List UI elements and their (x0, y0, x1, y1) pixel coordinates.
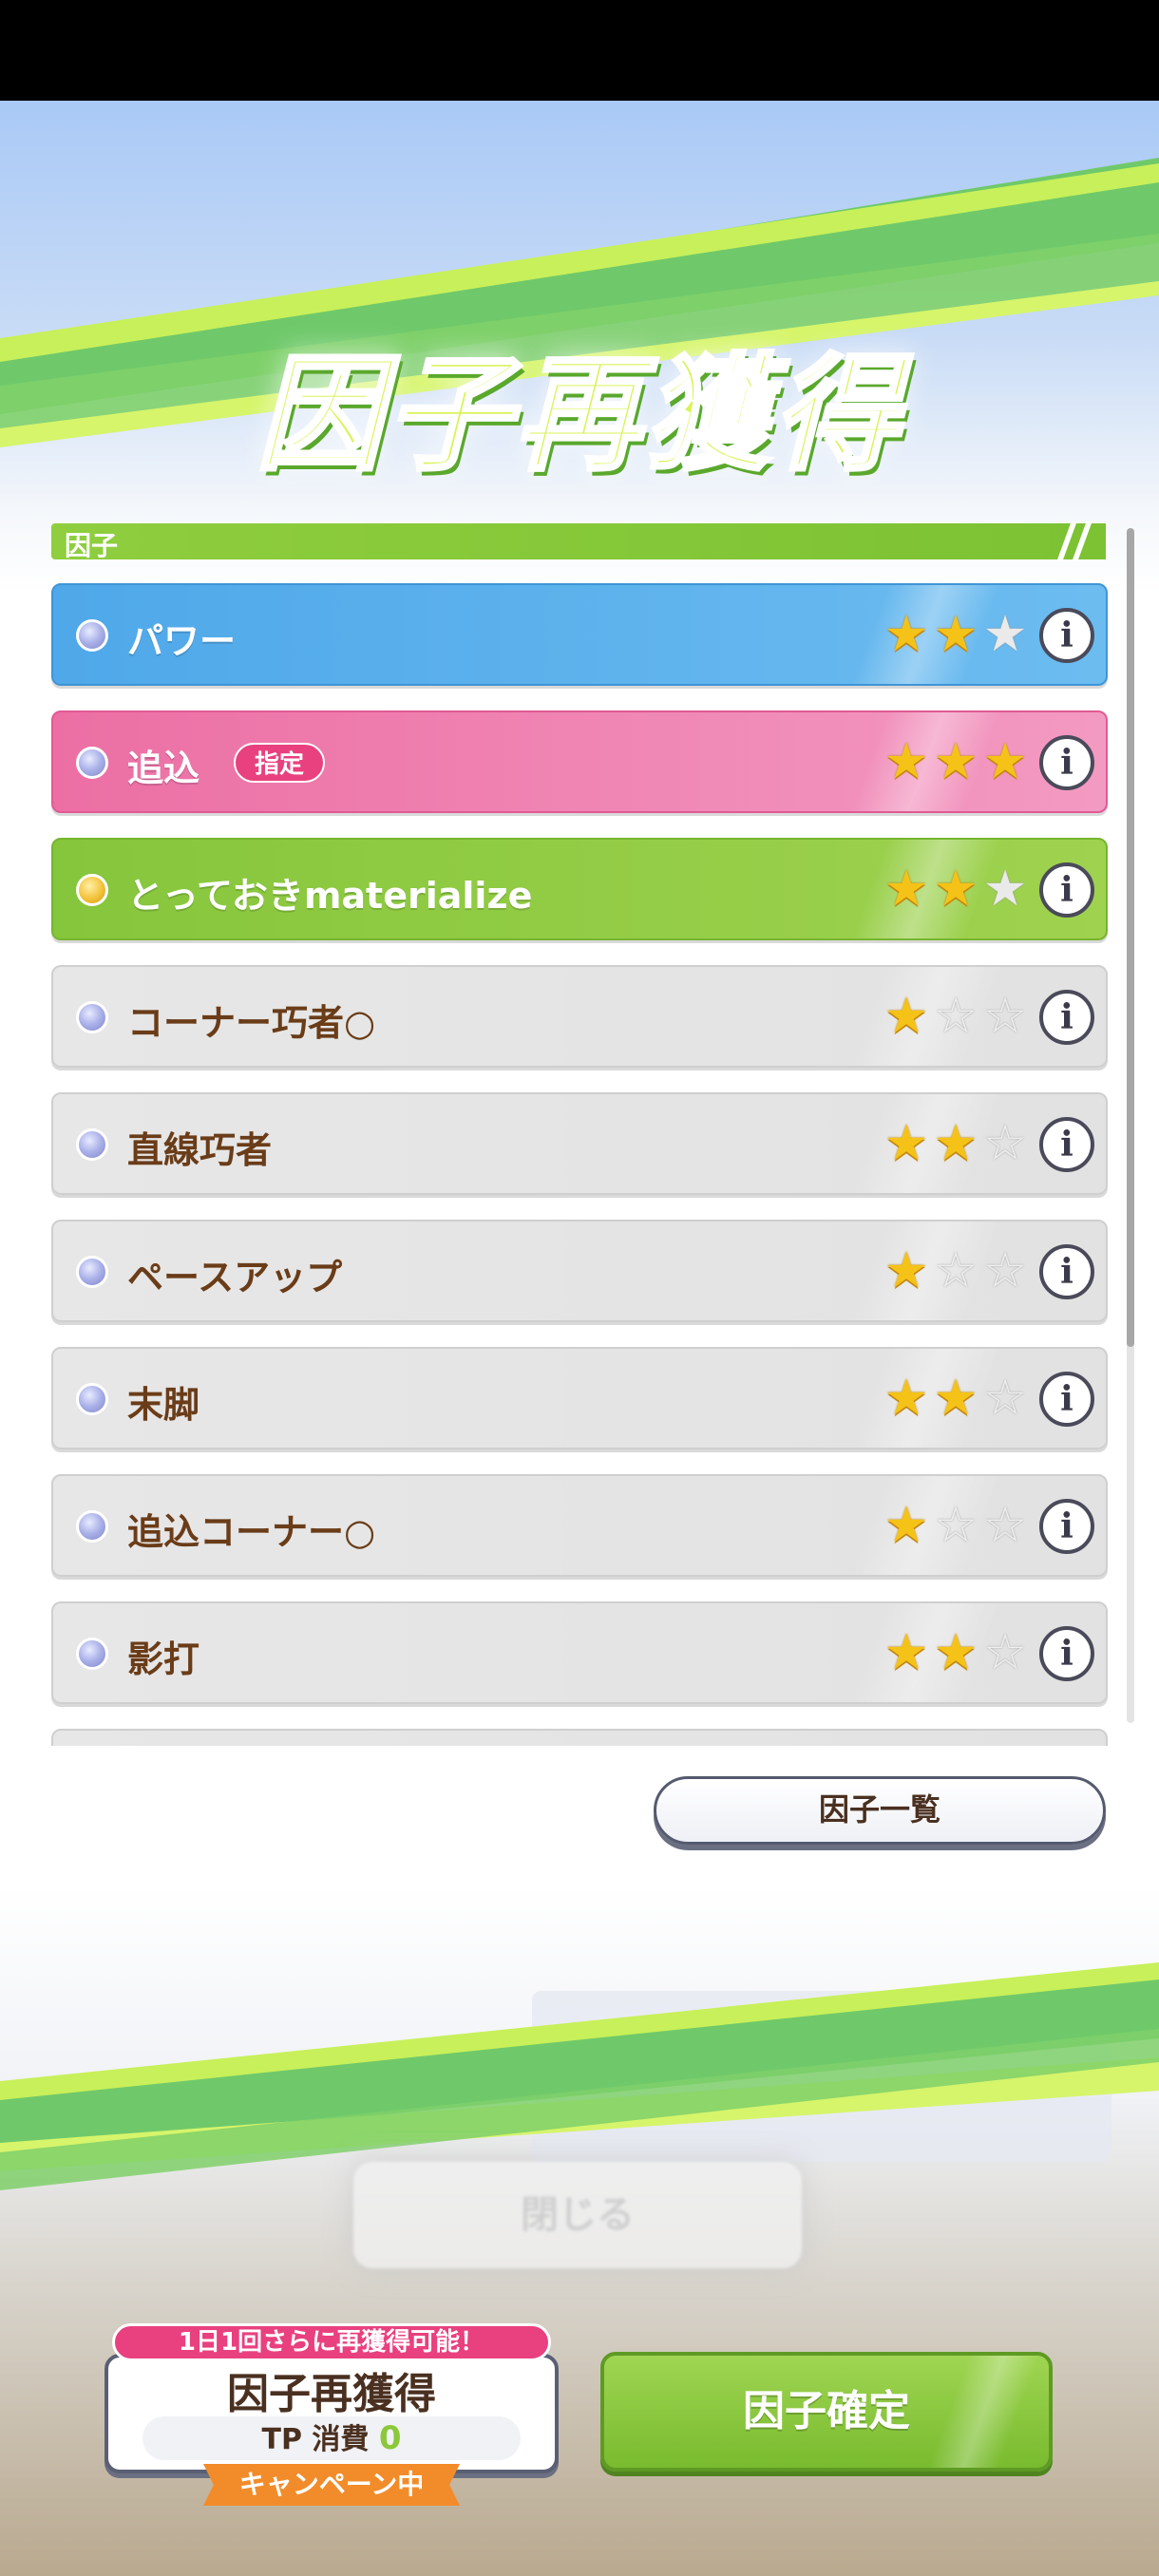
star-icon: ☆ (982, 1497, 1028, 1554)
star-icon: ★ (884, 1624, 929, 1681)
star-icon: ☆ (933, 1497, 978, 1554)
factor-label: ペースアップ (127, 1257, 343, 1298)
factor-row[interactable]: 直線巧者 ★ ★ ☆ i (51, 1092, 1108, 1195)
star-icon: ★ (933, 1115, 978, 1172)
dialog-title-wrap: 因子再獲得 (0, 313, 1159, 490)
star-icon: ★ (933, 1370, 978, 1427)
info-icon[interactable]: i (1039, 1499, 1094, 1554)
scrollbar-thumb[interactable] (1127, 528, 1134, 1347)
button-sheen (916, 2356, 1049, 2468)
info-icon[interactable]: i (1039, 990, 1094, 1045)
star-icon: ★ (933, 1624, 978, 1681)
star-icon: ★ (884, 1242, 929, 1299)
info-icon[interactable]: i (1039, 735, 1094, 790)
bullet-icon (76, 1383, 108, 1415)
star-icon: ★ (933, 861, 978, 918)
star-rating: ★ ★ ☆ (884, 1370, 1028, 1427)
campaign-ribbon: キャンペーン中 (203, 2464, 460, 2506)
star-icon: ☆ (933, 988, 978, 1045)
factor-row[interactable]: コーナー巧者○ ★ ☆ ☆ i (51, 965, 1108, 1068)
star-icon: ★ (884, 1115, 929, 1172)
bullet-icon (76, 619, 108, 652)
factor-row-partial[interactable] (51, 1729, 1108, 1746)
bullet-icon (76, 1256, 108, 1288)
tp-label: TP 消費 (261, 2423, 370, 2456)
bullet-icon (76, 747, 108, 779)
bullet-icon (76, 1638, 108, 1670)
factor-label: 追込 (127, 748, 200, 789)
info-icon[interactable]: i (1039, 1244, 1094, 1299)
factor-label: コーナー巧者○ (127, 1002, 376, 1044)
section-label: 因子 (65, 530, 119, 561)
star-icon: ★ (884, 988, 929, 1045)
designated-badge: 指定 (234, 743, 326, 783)
star-icon: ☆ (933, 1242, 978, 1299)
star-rating: ★ ☆ ☆ (884, 988, 1028, 1045)
factor-list[interactable]: パワー ★ ★ ★ i 追込 指定 ★ ★ ★ i とっておきmateriali… (51, 583, 1108, 1746)
factor-row[interactable]: 影打 ★ ★ ☆ i (51, 1601, 1108, 1704)
factor-label: とっておきmaterialize (127, 875, 533, 917)
section-header: 因子 (51, 521, 1106, 561)
factor-label: 追込コーナー○ (127, 1511, 376, 1553)
star-icon: ★ (884, 1497, 929, 1554)
factor-label: パワー (127, 620, 237, 662)
factor-row[interactable]: 追込コーナー○ ★ ☆ ☆ i (51, 1474, 1108, 1577)
star-icon: ☆ (982, 988, 1028, 1045)
star-icon: ★ (884, 1370, 929, 1427)
list-scrollbar[interactable] (1127, 528, 1134, 1723)
star-icon: ★ (933, 606, 978, 663)
tp-cost: TP 消費 0 (142, 2416, 521, 2460)
star-icon: ★ (884, 733, 929, 790)
bullet-icon (76, 874, 108, 906)
factor-row[interactable]: 末脚 ★ ★ ☆ i (51, 1347, 1108, 1449)
tp-value: 0 (378, 2419, 402, 2457)
status-bar (0, 0, 1159, 101)
star-icon: ★ (982, 861, 1028, 918)
reacquire-title: 因子再獲得 (227, 2370, 436, 2418)
star-icon: ★ (884, 606, 929, 663)
star-rating: ★ ★ ☆ (884, 1115, 1028, 1172)
confirm-label: 因子確定 (743, 2387, 910, 2435)
confirm-factor-button[interactable]: 因子確定 (600, 2352, 1053, 2472)
close-button: 閉じる (353, 2162, 802, 2268)
info-icon[interactable]: i (1039, 608, 1094, 663)
factor-list-button[interactable]: 因子一覧 (654, 1776, 1106, 1845)
star-icon: ☆ (982, 1624, 1028, 1681)
info-icon[interactable]: i (1039, 862, 1094, 918)
star-icon: ☆ (982, 1242, 1028, 1299)
factor-row[interactable]: 追込 指定 ★ ★ ★ i (51, 710, 1108, 813)
star-rating: ★ ★ ★ (884, 861, 1028, 918)
factor-row[interactable]: パワー ★ ★ ★ i (51, 583, 1108, 686)
factor-row[interactable]: ペースアップ ★ ☆ ☆ i (51, 1220, 1108, 1322)
star-icon: ★ (884, 861, 929, 918)
star-rating: ★ ★ ☆ (884, 1624, 1028, 1681)
reacquire-banner: 1日1回さらに再獲得可能！ (112, 2323, 551, 2361)
star-rating: ★ ★ ★ (884, 733, 1028, 790)
star-icon: ★ (982, 733, 1028, 790)
factor-label: 末脚 (127, 1384, 200, 1426)
star-icon: ☆ (982, 1370, 1028, 1427)
star-rating: ★ ☆ ☆ (884, 1242, 1028, 1299)
info-icon[interactable]: i (1039, 1626, 1094, 1681)
star-icon: ☆ (982, 1115, 1028, 1172)
dialog-title: 因子再獲得 (255, 340, 902, 490)
info-icon[interactable]: i (1039, 1372, 1094, 1427)
star-icon: ★ (982, 606, 1028, 663)
factor-reacquire-screen: 因子再獲得 因子 パワー ★ ★ ★ i 追込 指定 ★ ★ ★ i とっておき… (0, 101, 1159, 2576)
factor-label: 直線巧者 (127, 1129, 273, 1171)
star-icon: ★ (933, 733, 978, 790)
bullet-icon (76, 1510, 108, 1543)
factor-label: 影打 (127, 1638, 200, 1680)
factor-row[interactable]: とっておきmaterialize ★ ★ ★ i (51, 838, 1108, 940)
info-icon[interactable]: i (1039, 1117, 1094, 1172)
star-rating: ★ ★ ★ (884, 606, 1028, 663)
section-slash-decoration (1056, 521, 1096, 561)
star-rating: ★ ☆ ☆ (884, 1497, 1028, 1554)
bullet-icon (76, 1001, 108, 1033)
bullet-icon (76, 1128, 108, 1161)
